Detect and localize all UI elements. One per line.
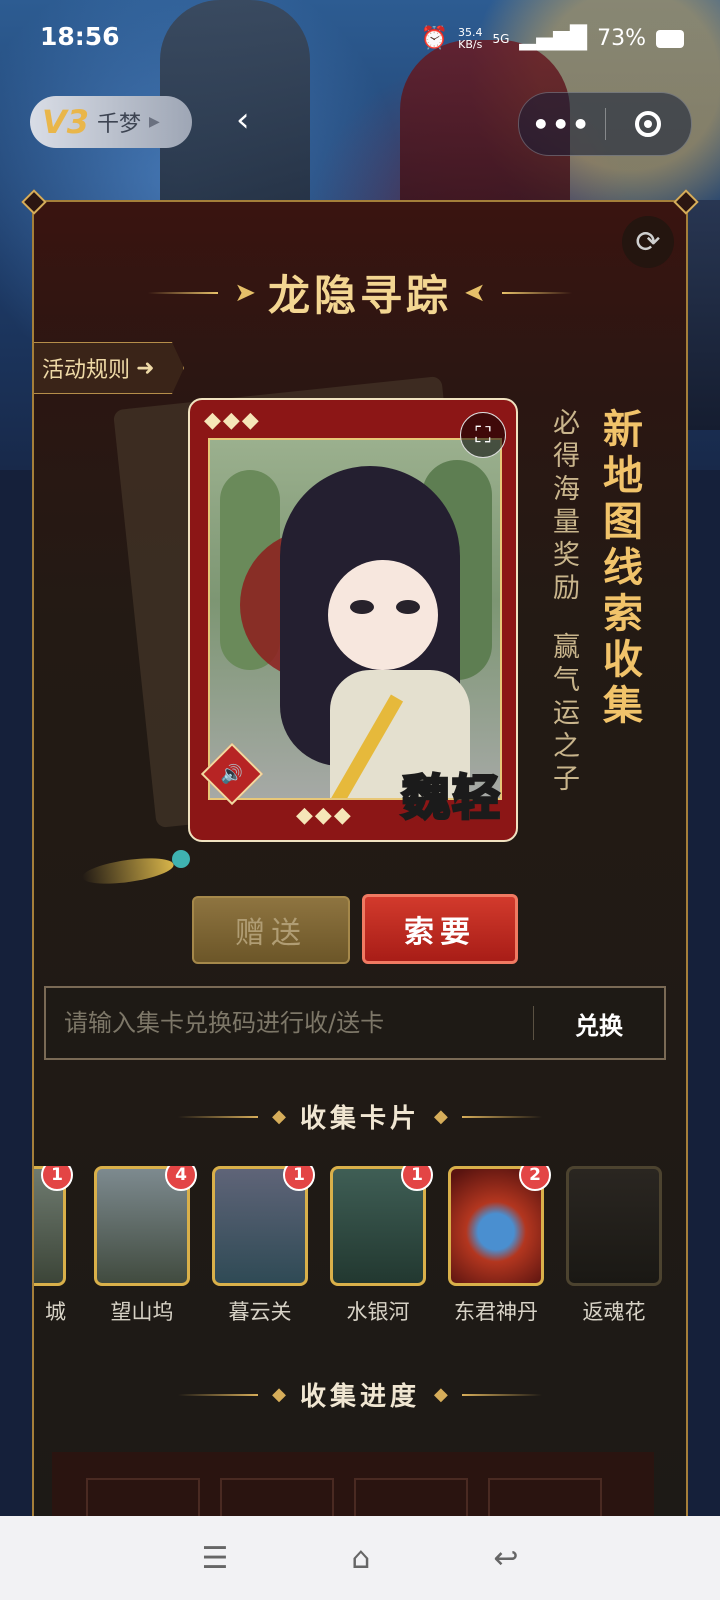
diamond-ornament-icon: ◆ <box>434 1384 448 1405</box>
expand-icon: ⛶ <box>475 422 491 448</box>
diamond-ornament-icon: ◆ <box>434 1106 448 1127</box>
slogan-luck: 赢气运之子 <box>548 632 579 797</box>
user-name: 千梦 <box>97 112 142 137</box>
title-row: ➤ 龙隐寻踪 ➤ <box>34 262 686 323</box>
rules-button[interactable]: 活动规则 ➜ <box>34 342 184 394</box>
card-label: 望山坞 <box>110 1300 174 1324</box>
vip-badge[interactable]: V3 千梦 ▶ <box>30 96 192 148</box>
caret-right-icon: ▶ <box>149 114 160 130</box>
progress-section-title: ◆ 收集进度 ◆ <box>34 1376 686 1413</box>
count-badge: 1 <box>283 1166 315 1191</box>
collect-card[interactable]: 1 水银河 <box>330 1166 433 1326</box>
title-line-right <box>461 1393 542 1396</box>
art-eye <box>396 600 420 614</box>
fullscreen-button[interactable]: ⛶ <box>460 412 506 458</box>
slogan-rewards: 必得海量奖励 <box>548 408 579 606</box>
more-dots-icon: ••• <box>531 107 592 141</box>
collect-title-text: 收集卡片 <box>299 1104 420 1134</box>
card-thumbnail: 1 <box>330 1166 433 1286</box>
signal-icon: ▂▄▆█ <box>519 26 588 51</box>
card-label: 暮云关 <box>228 1300 292 1324</box>
card-diamonds-bottom: ◆◆◆ <box>296 803 353 828</box>
progress-title-text: 收集进度 <box>299 1382 420 1412</box>
card-label: 东君神丹 <box>454 1300 538 1324</box>
net-speed-value: 35.4 <box>457 25 483 39</box>
more-button[interactable]: ••• <box>519 108 605 141</box>
card-thumbnail: 4 <box>94 1166 197 1286</box>
card-thumbnail <box>566 1166 662 1286</box>
target-icon <box>635 111 662 137</box>
redeem-button[interactable]: 兑换 <box>534 1006 664 1041</box>
signal-label: 5G <box>492 31 510 46</box>
arrow-left-ornament-icon: ➤ <box>468 277 486 308</box>
collect-card[interactable]: 1 暮云关 <box>212 1166 315 1326</box>
art-eye <box>350 600 374 614</box>
collect-section-title: ◆ 收集卡片 ◆ <box>34 1098 686 1135</box>
title-line-left <box>178 1393 259 1396</box>
card-diamonds-top: ◆◆◆ <box>204 408 261 433</box>
card-label: 水银河 <box>346 1300 410 1324</box>
diamond-ornament-icon: ◆ <box>272 1106 286 1127</box>
title-line-left <box>148 291 219 294</box>
slogan-main: 新地图线索收集 <box>596 408 643 730</box>
page-title: 龙隐寻踪 <box>267 271 452 320</box>
card-collection-list[interactable]: 1 城 4 望山坞 1 暮云关 1 水银河 2 东君神丹 返魂花 <box>34 1166 686 1336</box>
count-badge: 1 <box>41 1166 73 1191</box>
close-miniprogram-button[interactable] <box>606 111 692 137</box>
battery-icon <box>656 29 684 48</box>
chevron-left-icon: ‹ <box>236 100 250 140</box>
rules-label: 活动规则 <box>42 358 131 383</box>
battery-percent: 73% <box>597 26 646 51</box>
featured-card[interactable]: ◆◆◆ ⛶ 🔊 魏轻 ◆◆◆ <box>188 398 518 842</box>
redeem-code-input[interactable] <box>46 987 533 1059</box>
system-nav-bar: ☰ ⌂ ↩ <box>0 1516 720 1600</box>
net-speed: 35.4 KB/s <box>457 25 483 51</box>
card-name: 魏轻 <box>400 769 502 828</box>
arrow-right-icon: ➜ <box>136 355 155 381</box>
collect-card[interactable]: 2 东君神丹 <box>448 1166 551 1326</box>
net-speed-unit: KB/s <box>458 37 483 51</box>
arrow-right-ornament-icon: ➤ <box>234 277 256 308</box>
tassel-bead <box>172 850 190 868</box>
tassel-fringe <box>80 853 176 889</box>
diamond-ornament-icon: ◆ <box>272 1384 286 1405</box>
count-badge: 4 <box>165 1166 197 1191</box>
back-icon[interactable]: ↩ <box>493 1541 518 1576</box>
card-label: 城 <box>45 1300 66 1324</box>
title-line-left <box>178 1115 259 1118</box>
collect-card[interactable]: 1 城 <box>34 1166 73 1326</box>
activity-panel: ➤ 龙隐寻踪 ➤ ⟳ 活动规则 ➜ ◆◆◆ ⛶ 🔊 魏轻 ◆◆◆ 必得海量奖励 … <box>21 189 699 1524</box>
collect-card[interactable]: 4 望山坞 <box>94 1166 197 1326</box>
vip-level: V3 <box>42 103 90 141</box>
mini-program-capsule: ••• <box>518 92 692 156</box>
title-line-right <box>501 291 572 294</box>
gift-button[interactable]: 赠送 <box>192 896 350 964</box>
tassel-ornament <box>80 842 192 892</box>
card-thumbnail: 1 <box>34 1166 73 1286</box>
count-badge: 1 <box>401 1166 433 1191</box>
menu-icon[interactable]: ☰ <box>201 1541 228 1576</box>
card-artwork <box>208 438 502 800</box>
progress-panel <box>52 1452 654 1524</box>
card-thumbnail: 1 <box>212 1166 315 1286</box>
refresh-icon: ⟳ <box>635 224 661 260</box>
art-character-face <box>328 560 438 670</box>
card-thumbnail: 2 <box>448 1166 551 1286</box>
count-badge: 2 <box>519 1166 551 1191</box>
refresh-button[interactable]: ⟳ <box>622 216 674 268</box>
card-label: 返魂花 <box>582 1300 646 1324</box>
status-time: 18:56 <box>40 22 120 51</box>
status-bar: 18:56 ⏰ 35.4 KB/s 5G ▂▄▆█ 73% <box>0 20 720 60</box>
alarm-icon: ⏰ <box>420 26 448 51</box>
collect-card-locked[interactable]: 返魂花 <box>566 1166 662 1326</box>
redeem-bar: 兑换 <box>44 986 666 1060</box>
home-icon[interactable]: ⌂ <box>351 1541 370 1576</box>
request-button[interactable]: 索要 <box>362 894 518 964</box>
back-button[interactable]: ‹ <box>236 100 250 140</box>
title-line-right <box>461 1115 542 1118</box>
speaker-icon: 🔊 <box>220 763 244 785</box>
